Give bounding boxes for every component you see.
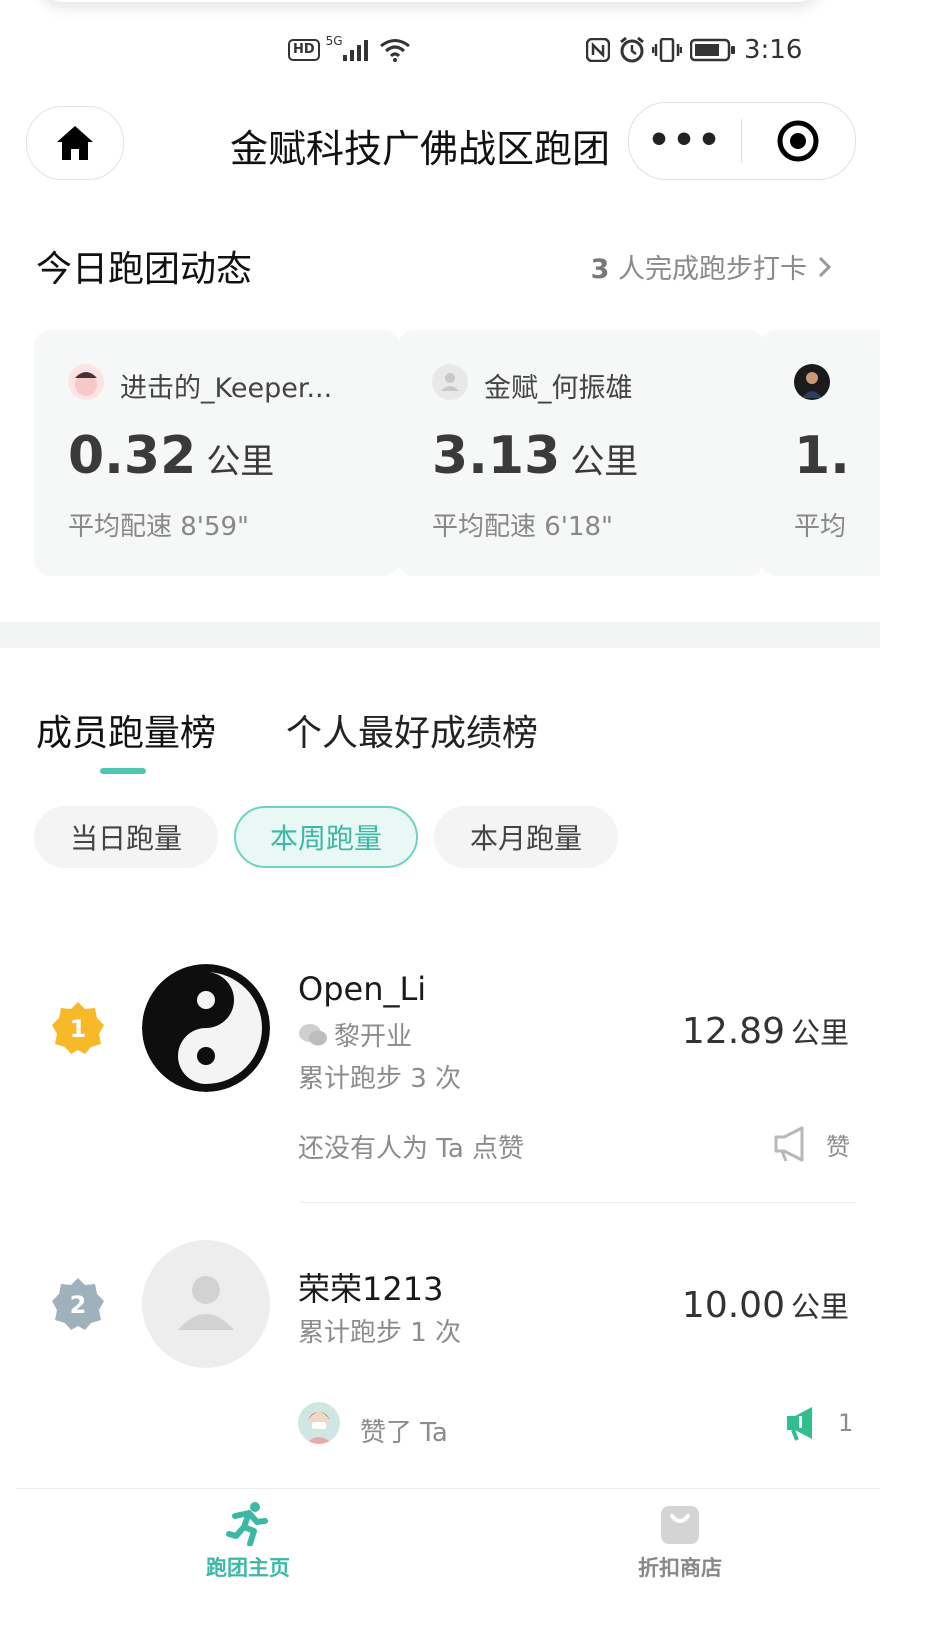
activity-cards: 进击的_Keeper... 0.32 公里 平均配速 8'59" 金赋_何振雄 3…	[34, 330, 880, 576]
member-distance: 12.89 公里	[681, 1011, 849, 1052]
today-section-title: 今日跑团动态	[36, 249, 253, 290]
card-username: 进击的_Keeper...	[120, 373, 333, 404]
megaphone-icon	[787, 1407, 812, 1441]
likes-text: 还没有人为 Ta 点赞	[298, 1134, 525, 1164]
rank-badge-silver: 2	[50, 1276, 106, 1332]
top-sheet-shadow	[40, 0, 820, 2]
checkin-text: 人完成跑步打卡	[618, 254, 807, 285]
filter-today[interactable]: 当日跑量	[34, 806, 218, 868]
card-pace: 平均配速 8'59"	[68, 512, 249, 542]
like-button[interactable]: 1	[784, 1404, 853, 1442]
card-distance: 3.13 公里	[432, 426, 639, 486]
mini-program-capsule: •••	[628, 102, 856, 180]
card-distance: 1.	[794, 426, 850, 486]
user-avatar	[794, 364, 830, 400]
checkin-count: 3	[590, 254, 610, 285]
card-username: 金赋_何振雄	[484, 373, 633, 404]
vibrate-icon	[652, 38, 682, 62]
wechat-icon	[299, 1023, 327, 1045]
user-avatar[interactable]	[142, 1240, 270, 1368]
activity-card[interactable]: 金赋_何振雄 3.13 公里 平均配速 6'18"	[398, 330, 764, 576]
section-divider	[0, 622, 880, 648]
signal-icon	[342, 40, 368, 61]
svg-text:2: 2	[70, 1291, 87, 1319]
bottom-navigation	[16, 1488, 880, 1640]
chevron-right-icon	[818, 256, 832, 277]
run-count: 累计跑步 1 次	[298, 1318, 462, 1348]
filter-week[interactable]: 本周跑量	[234, 806, 418, 868]
svg-text:1: 1	[70, 1015, 87, 1043]
liker-avatar[interactable]	[298, 1402, 340, 1444]
like-button[interactable]: 赞	[772, 1124, 850, 1164]
activity-card[interactable]: 1. 平均	[760, 330, 880, 576]
page-title: 金赋科技广佛战区跑团	[230, 127, 611, 171]
card-pace: 平均配速 6'18"	[432, 512, 613, 542]
user-avatar[interactable]	[142, 964, 270, 1092]
status-left: HD 5G	[288, 30, 411, 70]
network-label: 5G	[325, 34, 343, 48]
member-name: Open_Li	[298, 970, 427, 1008]
home-icon	[57, 126, 93, 160]
home-button[interactable]	[26, 106, 124, 180]
close-mini-program-button[interactable]	[742, 119, 854, 163]
active-tab-indicator	[100, 768, 146, 774]
more-menu-button[interactable]: •••	[629, 121, 741, 161]
member-distance: 10.00 公里	[681, 1285, 849, 1326]
likes-text: 赞了 Ta	[360, 1418, 448, 1448]
nav-run-home[interactable]: 跑团主页	[186, 1500, 310, 1582]
status-right: 3:16	[586, 30, 802, 70]
nfc-icon	[586, 38, 610, 62]
row-divider	[300, 1202, 856, 1203]
card-distance: 0.32 公里	[68, 426, 275, 486]
wechat-name: 黎开业	[298, 1016, 412, 1053]
tab-personal-best[interactable]: 个人最好成绩榜	[286, 704, 538, 756]
wifi-icon	[379, 39, 410, 62]
battery-icon	[690, 38, 735, 62]
megaphone-icon	[774, 1126, 804, 1162]
rank-badge-gold: 1	[50, 1000, 106, 1056]
shopping-bag-icon	[661, 1506, 699, 1544]
activity-card[interactable]: 进击的_Keeper... 0.32 公里 平均配速 8'59"	[34, 330, 400, 576]
run-count: 累计跑步 3 次	[298, 1064, 462, 1094]
tab-member-distance[interactable]: 成员跑量榜	[36, 704, 216, 756]
alarm-icon	[620, 37, 644, 63]
user-avatar	[68, 364, 104, 400]
target-icon	[777, 120, 819, 162]
filter-month[interactable]: 本月跑量	[434, 806, 618, 868]
runner-icon	[226, 1502, 268, 1546]
hd-indicator: HD	[288, 39, 320, 61]
clock: 3:16	[744, 35, 803, 65]
checkin-summary-link[interactable]: 3 人完成跑步打卡	[591, 247, 833, 286]
card-pace: 平均	[794, 512, 847, 542]
user-avatar	[432, 364, 468, 400]
member-name: 荣荣1213	[298, 1270, 444, 1308]
nav-discount-store[interactable]: 折扣商店	[618, 1500, 742, 1582]
